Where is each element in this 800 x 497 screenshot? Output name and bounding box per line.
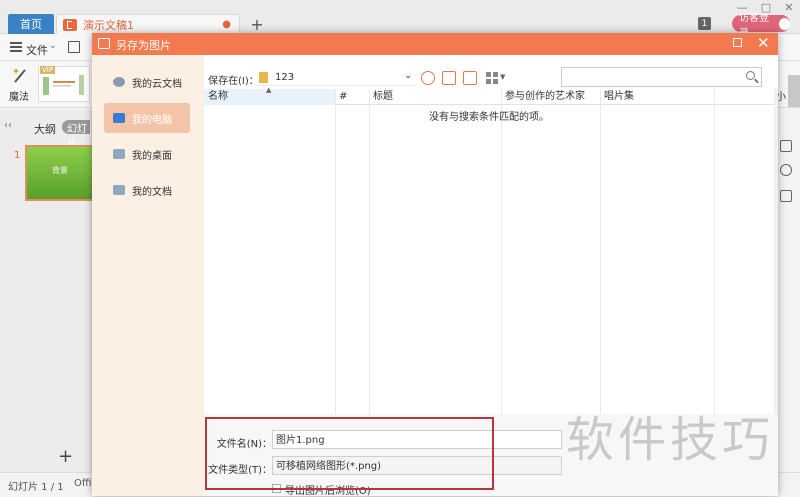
view-mode-icon[interactable] xyxy=(486,72,498,84)
dialog-title: 另存为图片 xyxy=(116,39,171,52)
sidebar-item-desktop[interactable]: 我的桌面 xyxy=(104,139,190,169)
column-divider xyxy=(714,89,715,414)
sidebar-item-label: 我的电脑 xyxy=(132,114,172,126)
search-input[interactable] xyxy=(561,67,762,87)
magic-label: 魔法 xyxy=(9,92,29,103)
column-divider xyxy=(369,89,370,414)
slides-tab[interactable]: 幻灯片 xyxy=(62,120,90,150)
chevron-down-icon[interactable]: ⌄ xyxy=(49,41,57,51)
tab-document[interactable]: 演示文稿1 ● xyxy=(56,14,240,34)
unsaved-dot-icon: ● xyxy=(222,19,231,30)
ribbon-scroll-strip[interactable] xyxy=(788,75,800,107)
tab-document-label: 演示文稿1 xyxy=(83,18,134,32)
watermark: 软件技巧 xyxy=(566,412,775,468)
copy-icon[interactable] xyxy=(780,190,792,202)
column-title[interactable]: 标题 xyxy=(369,89,501,105)
column-album[interactable]: 唱片集 xyxy=(600,89,714,105)
hamburger-menu-icon[interactable] xyxy=(10,42,22,52)
new-tab-button[interactable]: + xyxy=(248,14,266,34)
file-list-scrollbar[interactable] xyxy=(774,89,778,414)
app-logo-icon xyxy=(98,38,110,49)
sidebar-item-label: 我的桌面 xyxy=(132,150,172,162)
outline-tab[interactable]: 大纲 xyxy=(34,121,56,137)
visitor-login-button[interactable]: 访客登录 xyxy=(732,13,790,39)
avatar-icon xyxy=(779,17,790,30)
menu-file[interactable]: 文件 xyxy=(26,42,48,58)
column-divider xyxy=(600,89,601,414)
up-folder-icon[interactable] xyxy=(442,71,456,85)
save-in-label: 保存在(I)： xyxy=(208,76,259,87)
desktop-icon xyxy=(113,149,125,159)
chevron-down-icon[interactable]: ⌄ xyxy=(404,70,412,81)
sidebar-item-computer[interactable]: 我的电脑 xyxy=(104,103,190,133)
magic-wand-icon[interactable] xyxy=(12,66,28,84)
close-window-icon[interactable]: ✕ xyxy=(784,1,793,14)
maximize-icon[interactable]: □ xyxy=(761,1,771,14)
sort-up-icon: ▲ xyxy=(266,86,272,94)
tab-home[interactable]: 首页 xyxy=(8,14,54,34)
sidebar-item-cloud-docs[interactable]: 我的云文档 xyxy=(104,67,190,97)
column-number[interactable]: # xyxy=(335,89,369,105)
back-icon[interactable] xyxy=(421,71,435,85)
presentation-icon xyxy=(63,18,77,31)
empty-list-message: 没有与搜索条件匹配的项。 xyxy=(429,112,549,123)
slide-number: 1 xyxy=(14,150,21,161)
sidebar-item-documents[interactable]: 我的文档 xyxy=(104,175,190,205)
slide-counter: 幻灯片 1 / 1 xyxy=(8,482,64,493)
cloud-docs-icon xyxy=(113,77,125,87)
star-icon[interactable] xyxy=(780,164,792,176)
dialog-title-bar[interactable] xyxy=(92,33,778,55)
column-divider xyxy=(501,89,502,414)
sidebar-item-label: 我的文档 xyxy=(132,186,172,198)
maximize-dialog-icon[interactable] xyxy=(733,38,742,47)
column-divider xyxy=(335,89,336,414)
vip-badge: VIP xyxy=(40,66,56,74)
collapse-panel-icon[interactable]: ‹‹ xyxy=(4,120,12,131)
minimize-icon[interactable]: — xyxy=(737,1,748,14)
folder-icon xyxy=(259,72,268,83)
sidebar-item-label: 我的云文档 xyxy=(132,78,182,90)
folder-icon xyxy=(113,185,125,195)
view-mode-chevron-icon[interactable]: ▼ xyxy=(500,73,505,81)
notification-badge: 1 xyxy=(698,17,711,30)
settings-sliders-icon[interactable] xyxy=(780,140,792,152)
add-slide-button[interactable]: + xyxy=(58,446,73,467)
save-in-value: 123 xyxy=(275,72,295,83)
close-dialog-icon[interactable]: ✕ xyxy=(757,34,770,52)
save-icon[interactable] xyxy=(68,41,80,53)
window-controls: — □ ✕ xyxy=(730,0,800,14)
column-artist[interactable]: 参与创作的艺术家 xyxy=(501,89,600,105)
highlight-box xyxy=(205,417,494,490)
slide-thumbnail-text: 背景 xyxy=(52,166,68,175)
computer-icon xyxy=(113,113,125,123)
search-icon[interactable] xyxy=(746,71,755,80)
new-folder-icon[interactable] xyxy=(463,71,477,85)
